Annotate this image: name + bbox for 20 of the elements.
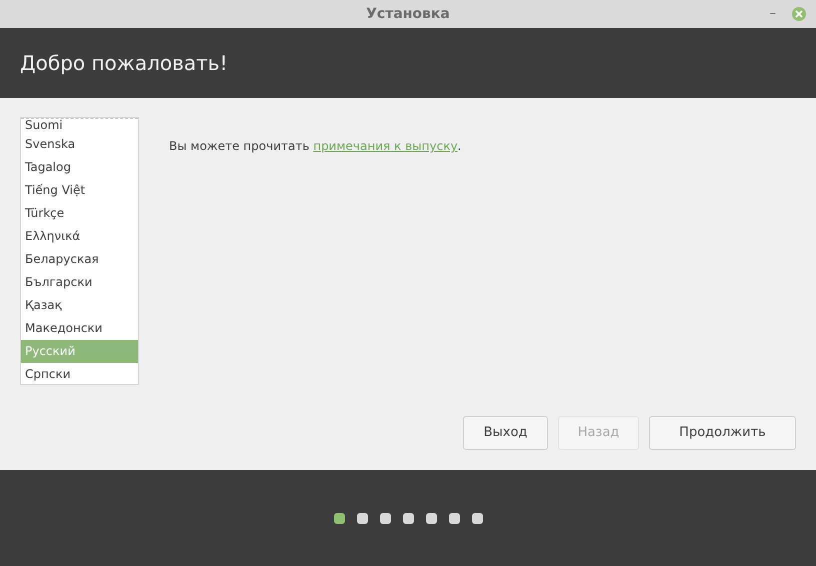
language-item[interactable]: Македонски: [21, 317, 138, 340]
page-title: Добро пожаловать!: [20, 50, 228, 77]
release-notes-text: Вы можете прочитать примечания к выпуску.: [169, 138, 462, 155]
close-icon: [795, 10, 803, 18]
language-item[interactable]: Tiếng Việt: [21, 179, 138, 202]
window-title: Установка: [366, 4, 450, 24]
language-item[interactable]: Қазақ: [21, 294, 138, 317]
language-item[interactable]: Български: [21, 271, 138, 294]
language-item[interactable]: Ελληνικά: [21, 225, 138, 248]
minimize-button[interactable]: –: [770, 4, 776, 24]
dialog-button[interactable]: Выход: [463, 416, 548, 450]
language-list[interactable]: Suomi Svenska Tagalog Tiếng Việt Türkçe Ελληνικά Беларуская Български Қазақ Македонски Русский Српски: [20, 117, 139, 385]
language-item[interactable]: Suomi: [21, 119, 138, 133]
dialog-button[interactable]: Продолжить: [649, 416, 796, 450]
language-item[interactable]: Беларуская: [21, 248, 138, 271]
close-button[interactable]: [792, 7, 806, 21]
language-item[interactable]: Svenska: [21, 133, 138, 156]
language-item[interactable]: Tagalog: [21, 156, 138, 179]
language-item[interactable]: Türkçe: [21, 202, 138, 225]
language-item[interactable]: Српски: [21, 363, 138, 384]
